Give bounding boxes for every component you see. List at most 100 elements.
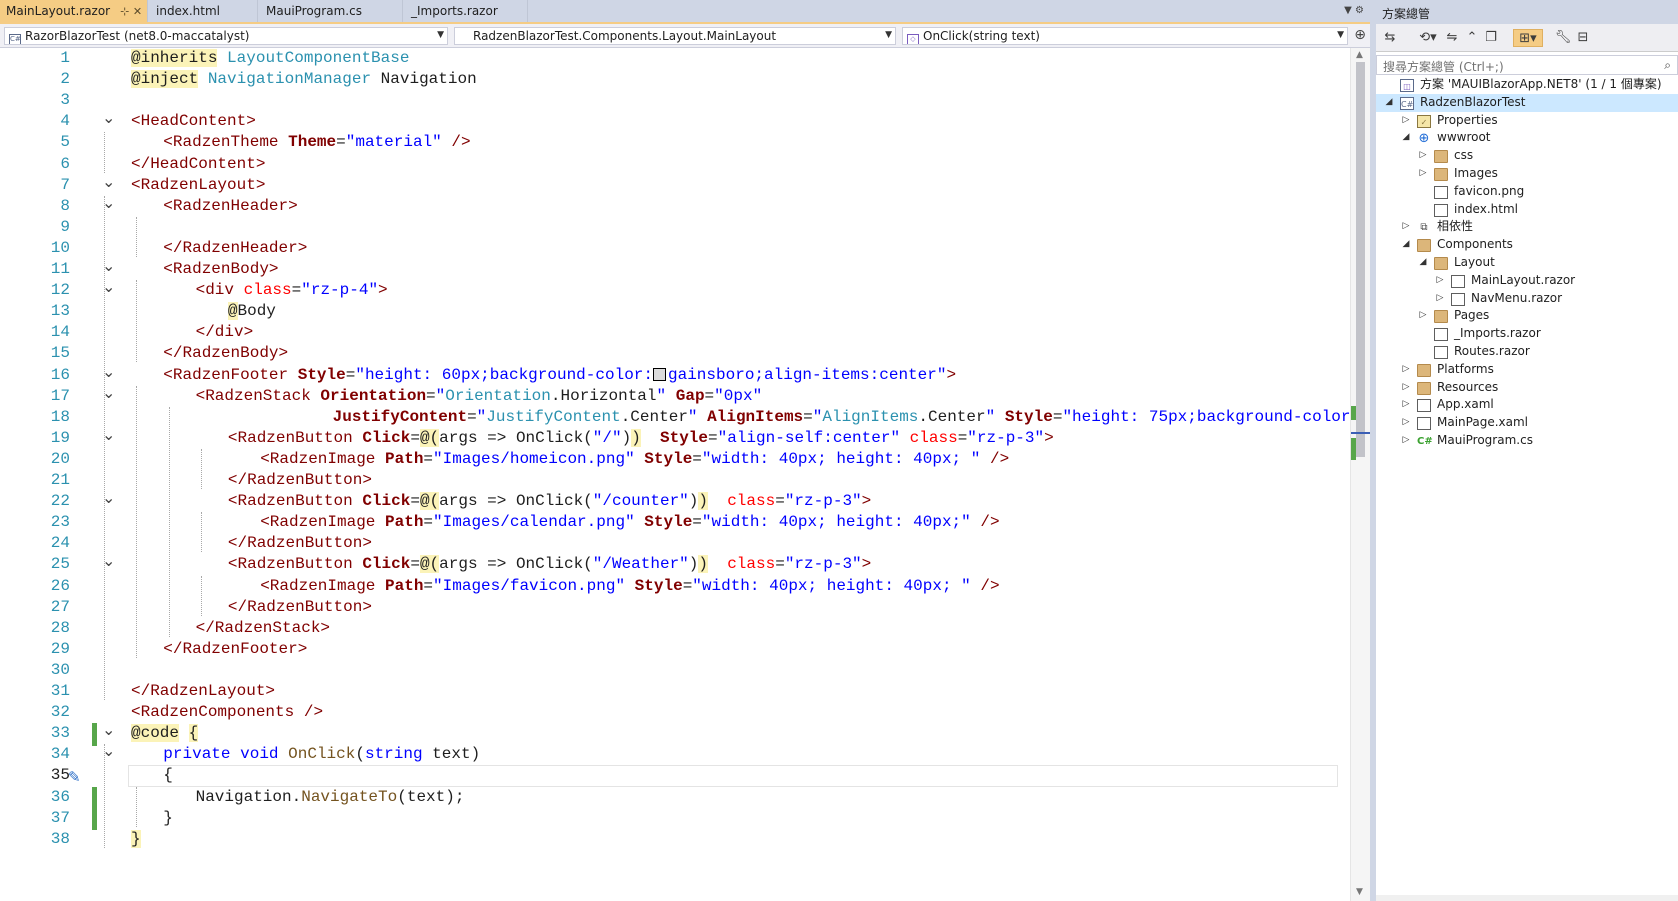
fold-toggle-icon[interactable]: ⌄ [102,107,115,128]
code-line[interactable]: 11 ⌄ <RadzenBody> [0,256,1350,280]
code-line[interactable]: 12 ⌄ <div class="rz-p-4"> [0,277,1350,301]
scrollbar-thumb[interactable] [1356,62,1365,457]
code-line[interactable]: 16 ⌄ <RadzenFooter Style="height: 60px;bac… [0,362,1350,386]
expanded-arrow-icon[interactable]: ◢ [1401,129,1411,147]
code-line[interactable]: 19 ⌄ <RadzenButton Click=@(args => OnClick… [0,425,1350,449]
solution-tree-item[interactable]: Routes.razor [1376,343,1678,361]
properties-wrench-icon[interactable]: 🔧︎ [1554,29,1572,47]
solution-tree-item[interactable]: favicon.png [1376,183,1678,201]
code-line[interactable]: 3 [0,90,1350,111]
editor-vertical-scrollbar[interactable]: ▲ ▼ [1350,48,1371,901]
collapsed-arrow-icon[interactable]: ▷ [1418,147,1428,165]
type-dropdown[interactable]: RadzenBlazorTest.Components.Layout.MainL… [454,27,896,45]
code-editor[interactable]: 1 @inherits LayoutComponentBase 2 @inject N… [0,48,1350,901]
tab-overflow-chevron-icon[interactable]: ▼ ⚙ [1344,5,1364,16]
collapsed-arrow-icon[interactable]: ▷ [1401,112,1411,130]
solution-tree-item[interactable]: ◢ Components [1376,236,1678,254]
collapsed-arrow-icon[interactable]: ▷ [1435,290,1445,308]
pin-close-icon[interactable]: ⊹ ✕ [120,5,142,18]
collapsed-arrow-icon[interactable]: ▷ [1418,307,1428,325]
code-line[interactable]: 31 </RadzenLayout> [0,681,1350,702]
code-line[interactable]: 6 </HeadContent> [0,154,1350,175]
split-editor-icon[interactable]: ⊕ [1354,28,1366,42]
expanded-arrow-icon[interactable]: ◢ [1418,254,1428,272]
code-line[interactable]: 15 </RadzenBody> [0,343,1350,364]
solution-tree-item[interactable]: ◢ ⊕ wwwroot [1376,129,1678,147]
collapsed-arrow-icon[interactable]: ▷ [1401,432,1411,450]
code-line[interactable]: 30 [0,660,1350,681]
solution-tree-item[interactable]: ▷ Resources [1376,379,1678,397]
code-line[interactable]: 29 </RadzenFooter> [0,639,1350,660]
code-line[interactable]: 38} [0,829,1350,850]
solution-search-input[interactable]: 搜尋方案總管 (Ctrl+;) ⌕ [1376,55,1678,75]
code-line[interactable]: 1 @inherits LayoutComponentBase [0,48,1350,69]
solution-tree-item[interactable]: ▷ ⧉ 相依性 [1376,218,1678,236]
member-dropdown[interactable]: ◇ OnClick(string text) ▼ [902,27,1348,45]
code-line[interactable]: 25 ⌄ <RadzenButton Click=@(args => OnClick… [0,551,1350,575]
sync-icon[interactable]: ⇋ [1444,29,1460,47]
collapsed-arrow-icon[interactable]: ▷ [1401,379,1411,397]
project-dropdown[interactable]: C# RazorBlazorTest (net8.0-maccatalyst) ▼ [4,27,448,45]
code-line[interactable]: 13 @Body [0,301,1350,322]
code-line[interactable]: 10 </RadzenHeader> [0,238,1350,259]
code-line[interactable]: 14 </div> [0,322,1350,343]
expanded-arrow-icon[interactable]: ◢ [1384,94,1394,112]
solution-tree-item[interactable]: ▷ Pages [1376,307,1678,325]
code-line[interactable]: 32 <RadzenComponents /> [0,702,1350,723]
solution-tree-item[interactable]: ▷ ✓ Properties [1376,112,1678,130]
code-line[interactable]: 28 </RadzenStack> [0,618,1350,639]
code-line[interactable]: 17 ⌄ <RadzenStack Orientation="Orientation… [0,383,1350,407]
code-line[interactable]: 9 [0,217,1350,238]
tab-imports-razor[interactable]: _Imports.razor [405,0,528,22]
solution-tree-item[interactable]: ▷ NavMenu.razor [1376,290,1678,308]
switch-views-icon[interactable]: ⇆ [1380,29,1400,47]
code-line[interactable]: 8 ⌄ <RadzenHeader> [0,193,1350,217]
solution-tree-item[interactable]: ▷ Images [1376,165,1678,183]
code-line[interactable]: 5 <RadzenTheme Theme="material" /> [0,132,1350,153]
solution-tree-item[interactable]: ▷ Platforms [1376,361,1678,379]
solution-tree-item[interactable]: ▷ MainPage.xaml [1376,414,1678,432]
collapse-all-icon[interactable]: ⌃ [1464,29,1480,47]
filter-pending-changes-icon[interactable]: ⊞▾ [1513,29,1543,47]
solution-tree-item[interactable]: ◢ Layout [1376,254,1678,272]
history-icon[interactable]: ⟲▾ [1414,29,1442,47]
solution-tree-item[interactable]: ◫ 方案 'MAUIBlazorApp.NET8' (1 / 1 個專案) [1376,76,1678,94]
code-line[interactable]: 23 <RadzenImage Path="Images/calendar.png… [0,512,1350,533]
collapsed-arrow-icon[interactable]: ▷ [1435,272,1445,290]
solution-tree-item[interactable]: ▷ MainLayout.razor [1376,272,1678,290]
collapsed-arrow-icon[interactable]: ▷ [1401,396,1411,414]
code-line[interactable]: 7 ⌄ <RadzenLayout> [0,172,1350,196]
code-line[interactable]: 2 @inject NavigationManager Navigation [0,69,1350,90]
tab-index-html[interactable]: index.html [150,0,258,22]
fold-toggle-icon[interactable]: ⌄ [102,171,115,192]
solution-tree-item[interactable]: ▷ C# MauiProgram.cs [1376,432,1678,450]
collapsed-arrow-icon[interactable]: ▷ [1401,414,1411,432]
tab-mauiprogram-cs[interactable]: MauiProgram.cs [260,0,403,22]
code-line[interactable]: 34 ⌄ private void OnClick(string text) [0,741,1350,765]
preview-icon[interactable]: ⊟ [1574,29,1592,47]
solution-tree-item[interactable]: ▷ css [1376,147,1678,165]
code-line[interactable]: 22 ⌄ <RadzenButton Click=@(args => OnClick… [0,488,1350,512]
fold-toggle-icon[interactable]: ⌄ [102,719,115,740]
show-all-files-icon[interactable]: ❐ [1482,29,1500,47]
solution-tree-item[interactable]: ▷ App.xaml [1376,396,1678,414]
code-line[interactable]: 18 JustifyContent="JustifyContent.Center… [0,407,1350,428]
code-line[interactable]: 27 </RadzenButton> [0,597,1350,618]
expanded-arrow-icon[interactable]: ◢ [1401,236,1411,254]
scroll-up-icon[interactable]: ▲ [1356,50,1363,60]
scroll-down-icon[interactable]: ▼ [1356,887,1363,897]
code-line[interactable]: 26 <RadzenImage Path="Images/favicon.png"… [0,576,1350,597]
solution-horizontal-scrollbar[interactable] [1376,895,1678,901]
collapsed-arrow-icon[interactable]: ▷ [1401,218,1411,236]
code-line[interactable]: 36 Navigation.NavigateTo(text); [0,786,1350,810]
code-line[interactable]: 21 </RadzenButton> [0,470,1350,491]
solution-tree-item[interactable]: index.html [1376,201,1678,219]
collapsed-arrow-icon[interactable]: ▷ [1418,165,1428,183]
tab-mainlayout-razor[interactable]: MainLayout.razor ⊹ ✕ [0,0,148,22]
solution-tree-item[interactable]: _Imports.razor [1376,325,1678,343]
collapsed-arrow-icon[interactable]: ▷ [1401,361,1411,379]
solution-tree-item[interactable]: ◢ C# RadzenBlazorTest [1376,93,1678,112]
code-line[interactable]: 37} [0,807,1350,831]
code-line[interactable]: ✎ 35{ [0,765,1350,788]
code-line[interactable]: 33 ⌄ @code { [0,720,1350,746]
